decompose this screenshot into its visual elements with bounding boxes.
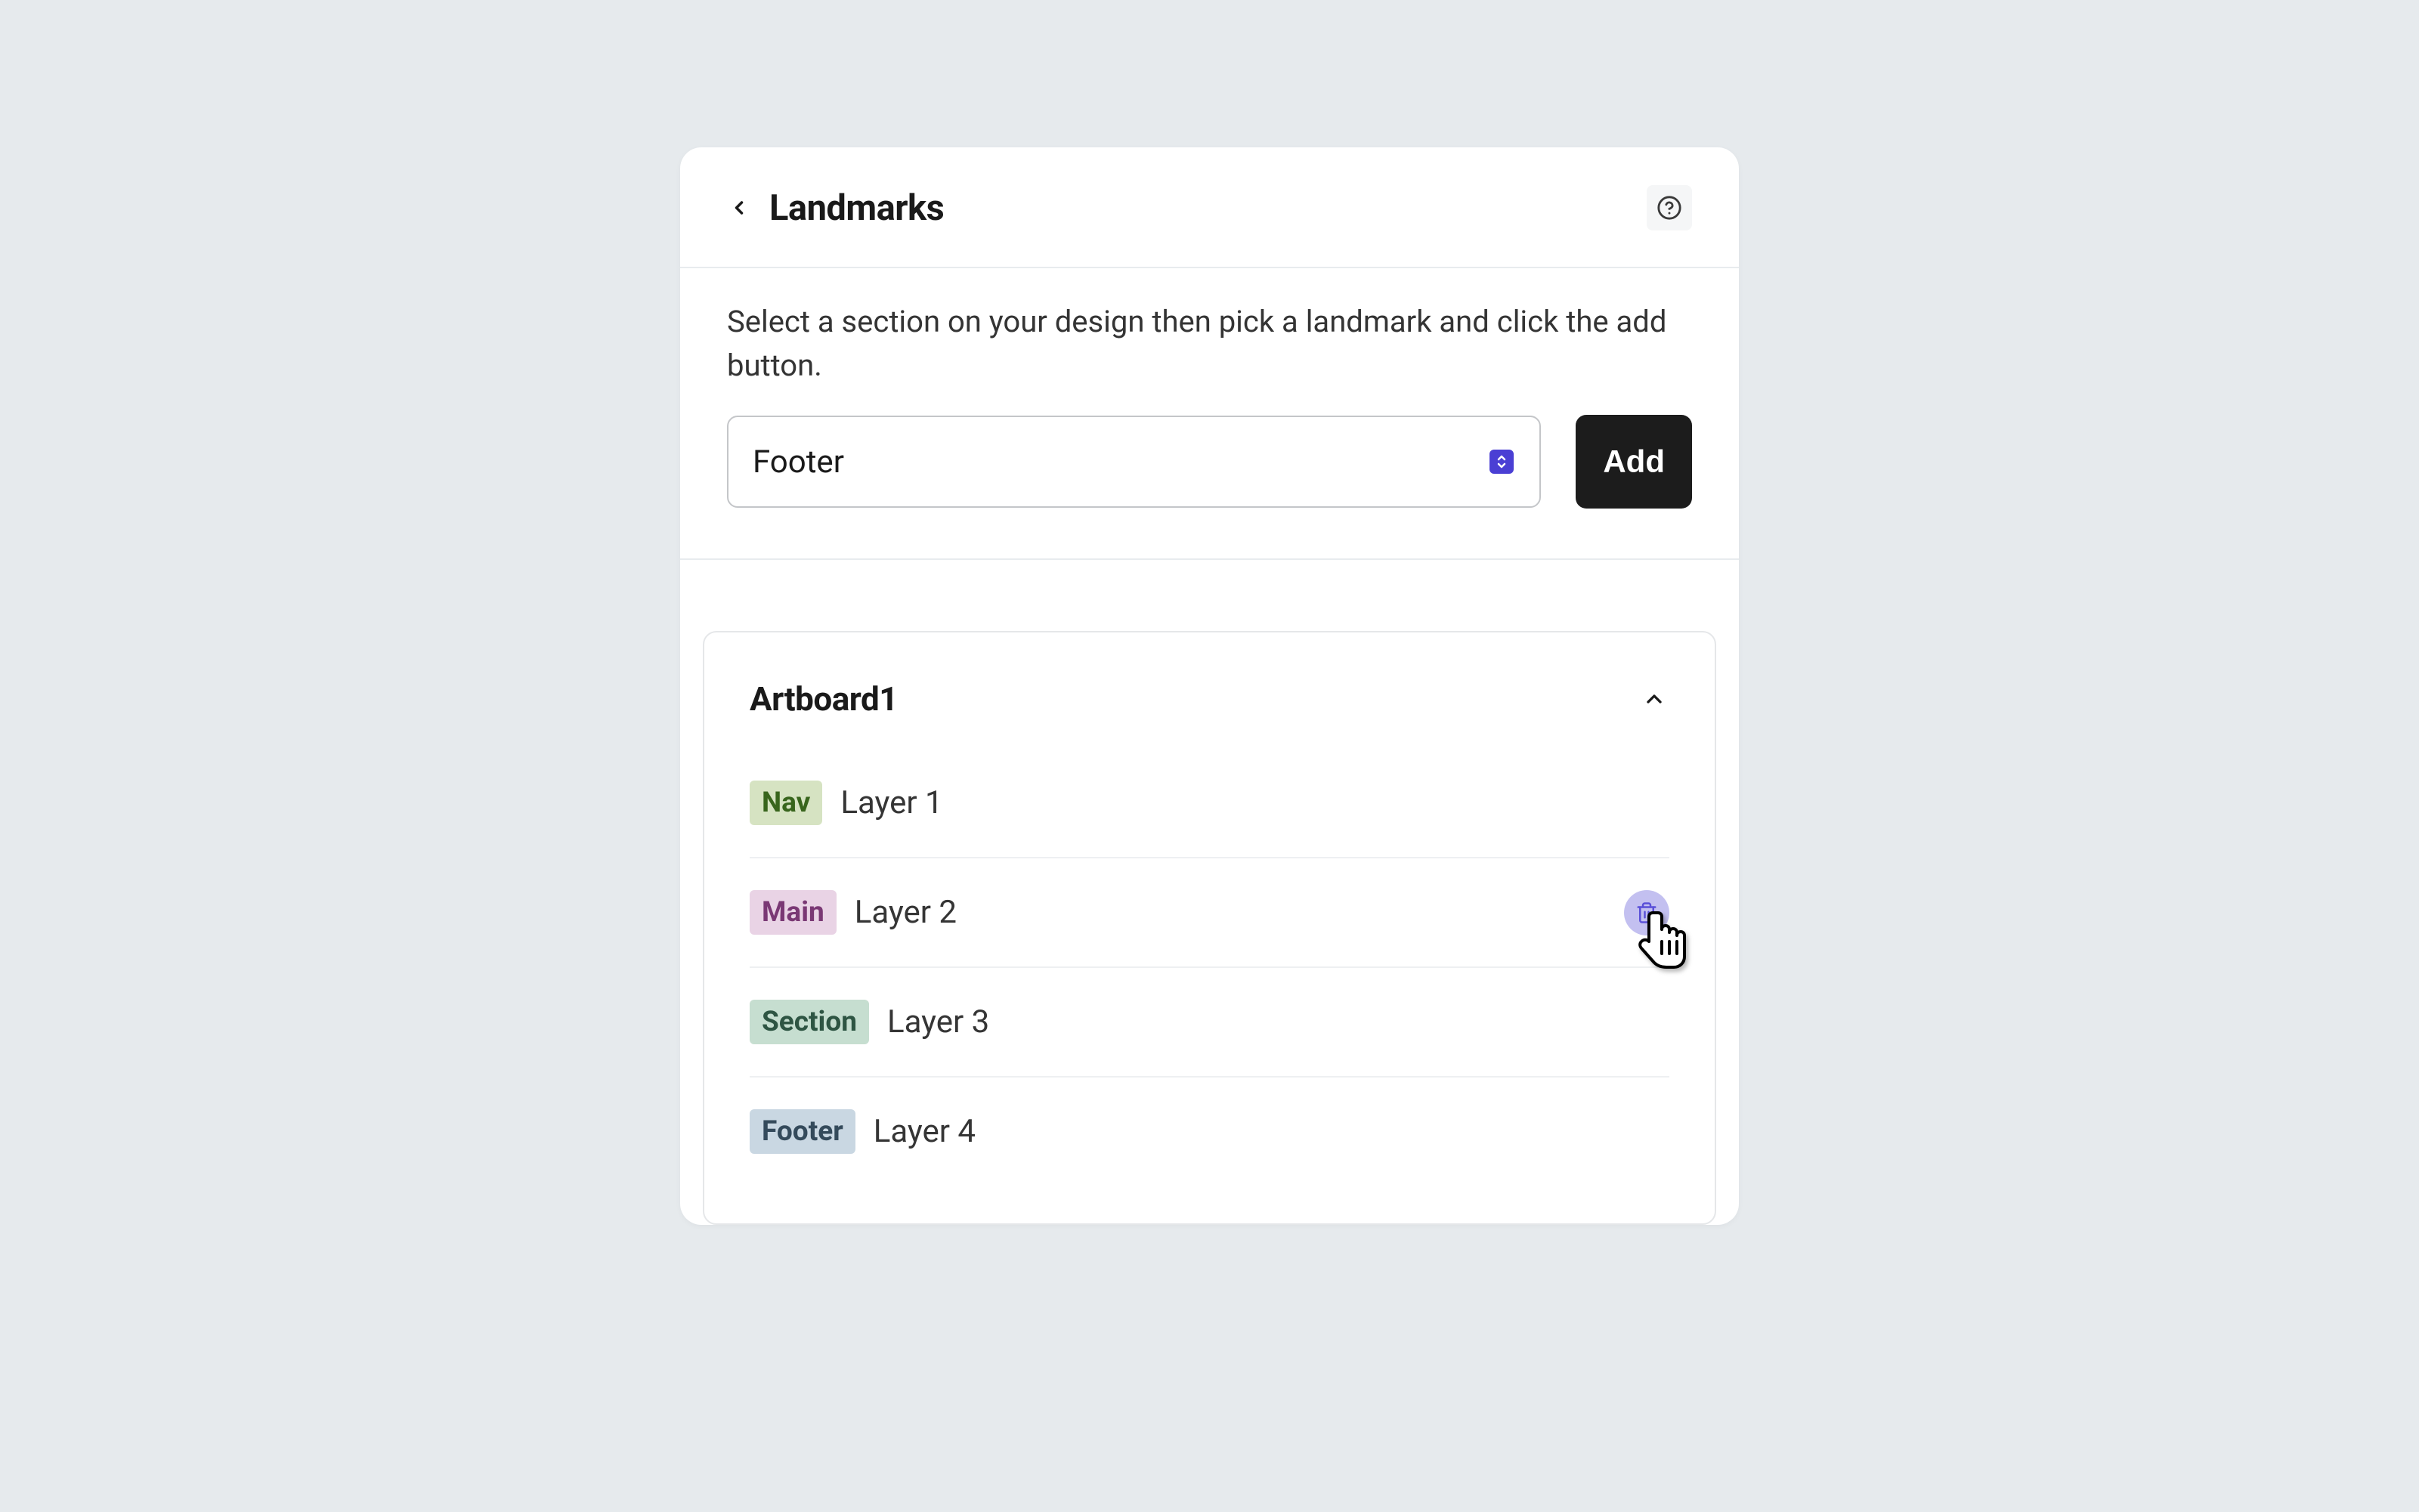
help-icon (1656, 195, 1682, 221)
trash-icon (1635, 901, 1658, 924)
chevron-up-icon (1642, 687, 1666, 711)
layer-tag: Footer (750, 1109, 855, 1154)
layer-tag: Section (750, 1000, 869, 1044)
panel-title: Landmarks (769, 187, 1647, 229)
instructions-text: Select a section on your design then pic… (680, 268, 1739, 415)
collapse-button[interactable] (1639, 684, 1669, 714)
back-button[interactable] (722, 191, 756, 224)
select-value: Footer (753, 444, 1489, 481)
landmark-select[interactable]: Footer (727, 416, 1541, 508)
help-button[interactable] (1647, 185, 1692, 230)
layer-row[interactable]: Section Layer 3 (750, 968, 1669, 1078)
select-chevrons-icon (1489, 450, 1514, 474)
landmark-controls: Footer Add (680, 415, 1739, 560)
layers-list: Nav Layer 1 Main Layer 2 Section Layer 3 Foote… (750, 749, 1669, 1186)
layer-row[interactable]: Main Layer 2 (750, 858, 1669, 968)
artboard-card: Artboard1 Nav Layer 1 Main Layer 2 Section La… (703, 631, 1716, 1225)
layer-tag: Main (750, 890, 837, 935)
layer-label: Layer 3 (887, 1003, 989, 1040)
artboard-header: Artboard1 (750, 679, 1669, 749)
delete-button[interactable] (1624, 890, 1669, 935)
chevron-left-icon (728, 197, 750, 218)
landmarks-panel: Landmarks Select a section on your desig… (680, 147, 1739, 1225)
layer-row[interactable]: Footer Layer 4 (750, 1078, 1669, 1186)
artboard-title: Artboard1 (750, 679, 898, 719)
layer-row[interactable]: Nav Layer 1 (750, 749, 1669, 858)
add-button[interactable]: Add (1576, 415, 1692, 509)
panel-header: Landmarks (680, 147, 1739, 268)
layer-label: Layer 4 (874, 1113, 976, 1150)
layer-tag: Nav (750, 781, 822, 825)
artboard-section: Artboard1 Nav Layer 1 Main Layer 2 Section La… (680, 560, 1739, 1225)
layer-label: Layer 1 (840, 784, 942, 821)
layer-label: Layer 2 (855, 894, 957, 931)
